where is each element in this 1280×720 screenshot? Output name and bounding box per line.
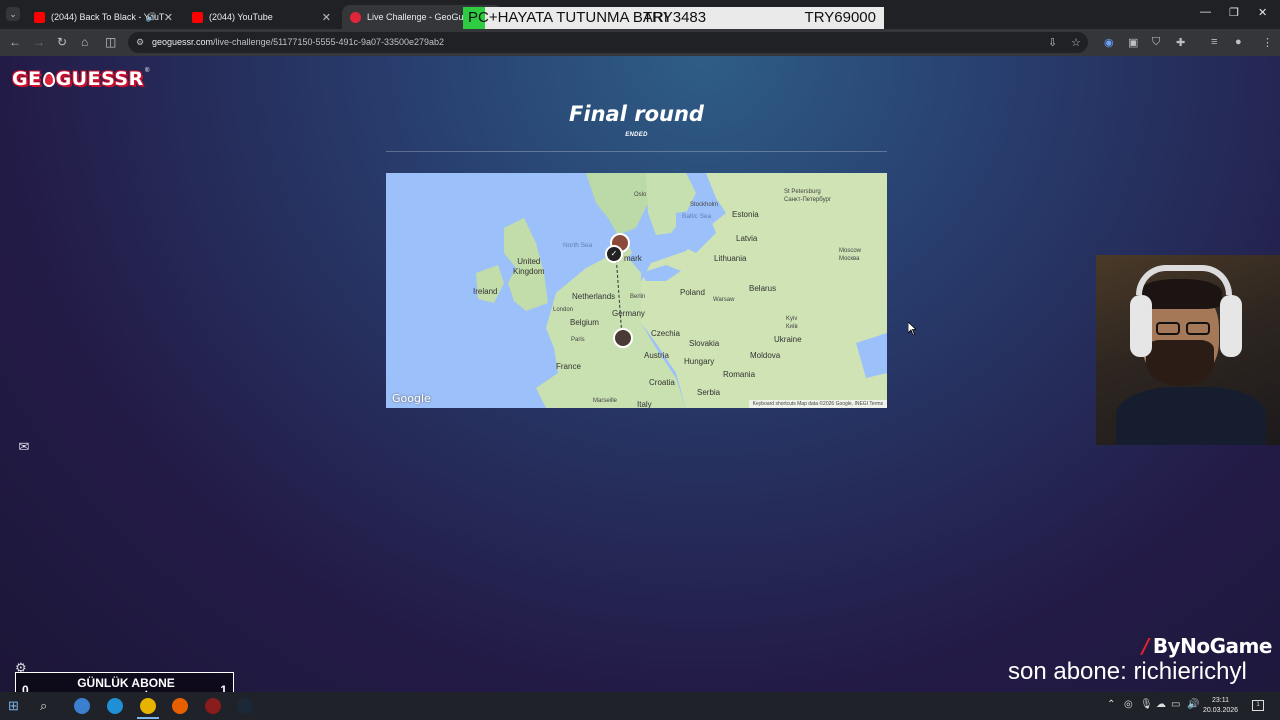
divider <box>386 151 887 152</box>
youtube-icon <box>192 11 203 23</box>
bookmark-star-icon[interactable]: ☆ <box>1071 36 1081 49</box>
chrome-icon[interactable] <box>140 698 156 714</box>
brand-logo: / ByNoGame <box>1142 634 1272 658</box>
firefox-icon[interactable] <box>172 698 188 714</box>
microphone-icon[interactable]: 🎙 <box>1140 699 1153 710</box>
google-logo: Google <box>392 392 431 405</box>
app-icon[interactable] <box>74 698 90 714</box>
round-title: Final round <box>569 102 704 126</box>
split-view-icon[interactable]: ◫ <box>105 35 116 49</box>
edge-icon[interactable] <box>107 698 123 714</box>
media-control-icon[interactable]: ≡ <box>1211 36 1217 48</box>
app-icon[interactable] <box>205 698 221 714</box>
network-icon[interactable]: ▭ <box>1171 699 1180 710</box>
map-footer[interactable]: Keyboard shortcuts Map data ©2026 Google… <box>748 400 887 408</box>
browser-toolbar: ← → ↻ ⌂ ◫ geoguessr.com/live-challenge/5… <box>0 29 1280 56</box>
youtube-icon <box>34 11 45 23</box>
speaker-icon[interactable]: 🔊 <box>146 12 157 23</box>
notification-icon[interactable]: 1 <box>1252 700 1264 711</box>
windows-start-icon[interactable]: ⊞ <box>8 698 24 714</box>
opponent-avatar[interactable] <box>613 328 633 348</box>
round-status: ENDED <box>625 132 648 138</box>
geoguessr-pin-icon <box>350 11 361 23</box>
feedback-icon[interactable]: ✉ <box>16 439 32 455</box>
restore-icon[interactable]: ❐ <box>1229 6 1239 19</box>
result-map[interactable]: Oslo Stockholm St Petersburg Санкт-Петер… <box>386 173 887 408</box>
mouse-cursor-icon <box>908 322 916 335</box>
close-tab-icon[interactable]: ✕ <box>164 11 173 24</box>
close-tab-icon[interactable]: ✕ <box>322 11 331 24</box>
map-pin-icon <box>42 72 55 87</box>
tray-app-icon[interactable]: ☁ <box>1156 699 1166 710</box>
last-subscriber: son abone: richierichyl <box>1008 658 1247 685</box>
install-app-icon[interactable]: ⇩ <box>1048 36 1057 49</box>
search-icon[interactable]: ⌕ <box>40 698 56 714</box>
site-info-icon[interactable]: ⚙ <box>136 37 144 48</box>
map-land <box>476 173 887 408</box>
extension-icon[interactable]: ◉ <box>1104 36 1114 49</box>
shield-icon[interactable]: ⛉ <box>1152 36 1160 49</box>
extension-icon[interactable]: ▣ <box>1128 36 1138 49</box>
tab-youtube[interactable]: (2044) YouTube ✕ <box>184 5 339 29</box>
menu-icon[interactable]: ⋮ <box>1262 36 1273 49</box>
geoguessr-logo[interactable]: GE GUESSR <box>12 68 144 90</box>
correct-location-marker[interactable]: ✓ <box>605 245 623 263</box>
steam-icon[interactable] <box>237 698 253 714</box>
brand-slash-icon: / <box>1142 634 1149 658</box>
webcam-feed <box>1096 255 1280 445</box>
forward-icon[interactable]: → <box>33 35 45 49</box>
tray-app-icon[interactable]: ◎ <box>1124 699 1133 710</box>
profile-icon[interactable]: ● <box>1235 36 1242 48</box>
back-icon[interactable]: ← <box>9 35 21 49</box>
volume-icon[interactable]: 🔊 <box>1187 699 1199 710</box>
reload-icon[interactable]: ↻ <box>57 35 67 49</box>
home-icon[interactable]: ⌂ <box>81 35 88 49</box>
donation-goal-bar: PC+HAYATA TUTUNMA BARI TRY3483 TRY69000 <box>463 7 884 29</box>
minimize-icon[interactable]: — <box>1200 6 1211 18</box>
chevron-up-icon[interactable]: ⌃ <box>1107 699 1115 710</box>
close-window-icon[interactable]: ✕ <box>1258 6 1267 19</box>
headphones-icon <box>1136 265 1232 295</box>
system-clock[interactable]: 23:11 20.03.2026 <box>1203 696 1238 716</box>
tab-back-to-black[interactable]: (2044) Back To Black - YouT 🔊 ✕ <box>26 5 181 29</box>
tab-search-icon[interactable]: ⌄ <box>6 7 20 21</box>
taskbar: ⊞ ⌕ ⌃ ◎ 🎙 ☁ ▭ 🔊 23:11 20.03.2026 1 <box>0 692 1280 720</box>
puzzle-icon[interactable]: ✚ <box>1176 36 1185 49</box>
address-bar[interactable]: geoguessr.com/live-challenge/51177150-55… <box>128 32 1088 53</box>
geoguessr-page: GE GUESSR ® Final round ENDED Oslo Stock… <box>0 56 1280 692</box>
